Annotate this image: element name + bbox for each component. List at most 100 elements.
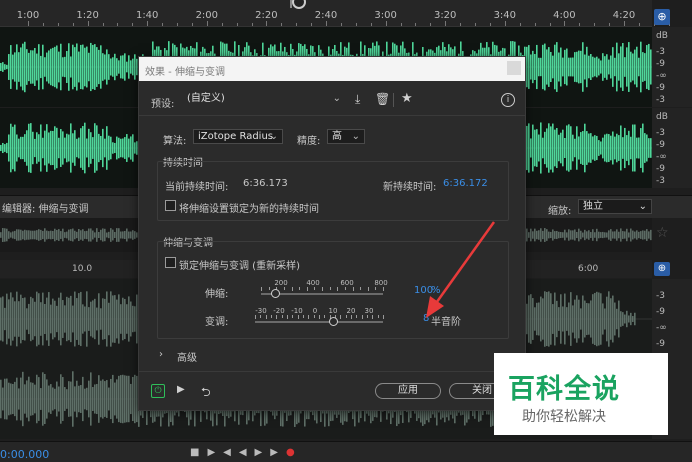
lock-duration-checkbox[interactable] [165, 200, 176, 211]
waveform-sample [26, 308, 28, 330]
waveform-sample [626, 228, 628, 242]
favorite-star-icon[interactable]: ★ [401, 91, 413, 106]
waveform-sample [34, 48, 36, 86]
waveform-sample [528, 232, 530, 238]
slider-tick [265, 315, 267, 319]
waveform-sample [612, 231, 614, 239]
waveform-sample [66, 51, 68, 83]
timeline-tick [87, 21, 89, 26]
fast-forward-icon[interactable]: ▶▶ [255, 447, 286, 458]
zoom-select[interactable]: 独立 ⌄ [578, 199, 652, 214]
waveform-sample [632, 53, 634, 81]
waveform-sample [570, 57, 572, 77]
new-duration-value[interactable]: 6:36.172 [443, 178, 488, 189]
algorithm-select[interactable]: iZotope Radius ⌄ [193, 129, 283, 144]
annotation-arrow [426, 221, 496, 318]
waveform-sample [616, 308, 618, 330]
waveform-sample [644, 230, 646, 240]
waveform-sample [532, 231, 534, 239]
play-icon[interactable]: ▶ [207, 447, 223, 458]
info-icon[interactable]: i [501, 93, 515, 107]
waveform-sample [96, 383, 98, 415]
waveform-sample [48, 132, 50, 164]
waveform-sample [68, 229, 70, 241]
waveform-sample [64, 56, 66, 78]
chevron-right-icon[interactable]: › [159, 349, 163, 360]
waveform-sample [648, 231, 650, 239]
waveform-sample [634, 231, 636, 239]
waveform-sample [6, 378, 8, 420]
advanced-toggle[interactable]: 高级 [177, 349, 197, 364]
power-icon[interactable]: ⏻ [151, 384, 165, 398]
new-duration-label: 新持续时间: [383, 182, 437, 193]
waveform-sample [538, 302, 540, 336]
waveform-sample [84, 231, 86, 239]
preset-select[interactable]: (自定义) ⌄ [183, 92, 345, 107]
waveform-sample [68, 43, 70, 91]
timeline-tick [57, 23, 59, 26]
waveform-sample [562, 306, 564, 332]
stop-icon[interactable]: ■ [190, 447, 207, 458]
waveform-sample [122, 297, 124, 341]
timeline-tick [117, 23, 119, 26]
apply-button[interactable]: 应用 [375, 383, 441, 399]
timeline-tick [430, 23, 432, 26]
waveform-sample [538, 57, 540, 77]
zoom-lock-icon[interactable]: ⊕ [654, 262, 670, 276]
waveform-sample [104, 381, 106, 417]
waveform-sample [528, 123, 530, 173]
waveform-sample [570, 292, 572, 346]
waveform-sample [56, 381, 58, 417]
precision-select[interactable]: 高 ⌄ [327, 129, 365, 144]
waveform-sample [132, 305, 134, 333]
lower-tick-label: 6:00 [578, 264, 599, 274]
waveform-sample [560, 231, 562, 239]
waveform-sample [114, 295, 116, 343]
save-preset-icon[interactable]: ⤓ [355, 92, 360, 107]
trash-icon[interactable]: 🗑 [375, 92, 390, 106]
dialog-close-button[interactable] [507, 61, 521, 75]
waveform-sample [88, 128, 90, 168]
waveform-sample [6, 228, 8, 242]
pitch-scale-label: 10 [328, 307, 338, 315]
record-icon[interactable]: ● [286, 447, 303, 458]
waveform-sample [40, 229, 42, 241]
star-icon[interactable]: ☆ [656, 225, 669, 241]
waveform-sample [558, 307, 560, 331]
waveform-sample [112, 295, 114, 343]
waveform-sample [60, 43, 62, 91]
waveform-sample [600, 60, 602, 74]
waveform-sample [120, 231, 122, 239]
db-label: -9 [656, 83, 665, 93]
timeline-tick-label: 3:20 [433, 10, 457, 21]
waveform-sample [98, 375, 100, 423]
rewind-icon[interactable]: ◀◀ [223, 447, 254, 458]
loop-preview-icon[interactable]: ⮌ [201, 383, 211, 404]
waveform-sample [528, 295, 530, 343]
play-preview-icon[interactable]: ▶ [177, 384, 185, 395]
waveform-sample [574, 299, 576, 339]
chevron-down-icon: ⌄ [332, 93, 341, 104]
waveform-sample [16, 134, 18, 162]
waveform-sample [22, 136, 24, 160]
zoom-lock-icon[interactable]: ⊕ [654, 9, 670, 25]
waveform-sample [40, 388, 42, 410]
waveform-sample [14, 381, 16, 417]
stretch-slider-knob[interactable] [270, 289, 280, 298]
waveform-sample [118, 60, 120, 74]
waveform-sample [6, 142, 8, 154]
algorithm-label: 算法: [163, 136, 187, 147]
waveform-sample [614, 136, 616, 160]
waveform-sample [66, 133, 68, 163]
waveform-sample [42, 372, 44, 426]
annotation-arrow-head [426, 296, 444, 318]
transport-controls[interactable]: ■▶◀◀▶▶● [190, 447, 303, 458]
pitch-slider-track[interactable] [255, 321, 383, 323]
waveform-sample [78, 228, 80, 242]
waveform-sample [634, 312, 636, 326]
timeline-tick [296, 23, 298, 26]
waveform-sample [18, 388, 20, 410]
waveform-sample [88, 307, 90, 331]
lock-stretch-checkbox[interactable] [165, 257, 176, 268]
waveform-sample [54, 300, 56, 338]
